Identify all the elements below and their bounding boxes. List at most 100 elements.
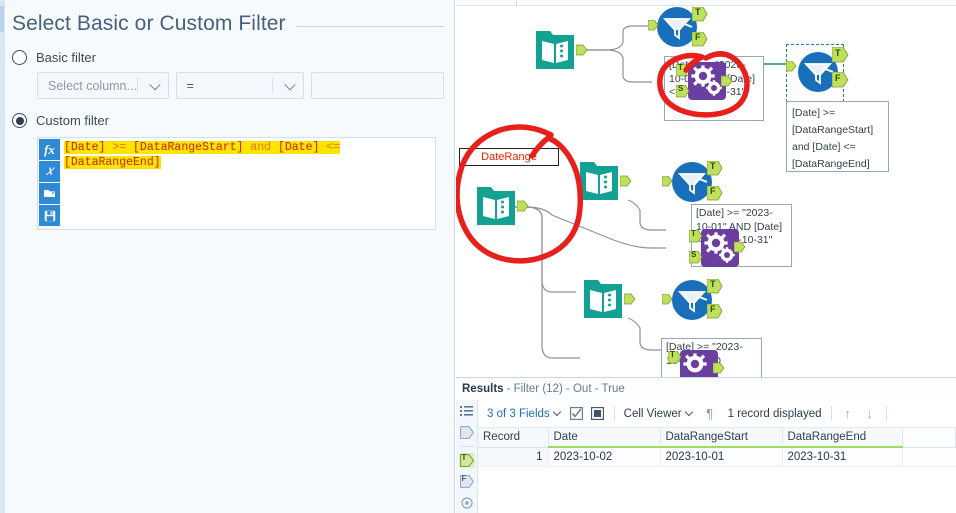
custom-filter-radio[interactable] xyxy=(12,113,27,128)
deselect-all-icon[interactable] xyxy=(591,407,605,421)
operator-select[interactable]: = xyxy=(175,72,305,99)
results-sidebar-rail: T F xyxy=(456,400,478,513)
false-anchor-icon[interactable]: F xyxy=(459,474,475,489)
results-panel: Results - Filter (12) - Out - True T F 3… xyxy=(456,377,956,513)
chevron-down-icon xyxy=(684,407,693,416)
input-anchor xyxy=(786,61,797,72)
filter-tool[interactable]: T F xyxy=(662,160,723,208)
column-select[interactable]: Select column... xyxy=(37,72,169,99)
text-input-tool[interactable] xyxy=(580,276,636,327)
viewer-selector-label: Cell Viewer xyxy=(623,407,682,420)
text-input-tool[interactable] xyxy=(576,158,632,209)
fx-icon[interactable]: fx xyxy=(39,139,60,160)
formula-tool[interactable]: T xyxy=(667,350,725,377)
panel-left-strip xyxy=(0,0,5,513)
false-anchor[interactable]: F xyxy=(706,303,723,324)
output-anchor xyxy=(713,362,725,374)
fields-selector[interactable]: 3 of 3 Fields xyxy=(487,407,561,420)
formula-tool[interactable]: T S xyxy=(688,229,746,272)
chevron-down-icon xyxy=(552,407,561,416)
output-anchor xyxy=(721,75,733,87)
true-anchor[interactable]: T xyxy=(675,63,690,82)
input-anchor xyxy=(662,294,673,305)
scroll-down-icon[interactable]: ↓ xyxy=(863,406,877,421)
cell-datarangestart: 2023-10-01 xyxy=(660,447,783,467)
false-anchor[interactable]: F xyxy=(831,71,849,93)
expression-editor[interactable]: fx 𝑥 [Date] >= [DataRangeStart] and [Dat… xyxy=(37,137,436,230)
results-table: Record Date DataRangeStart DataRangeEnd … xyxy=(478,428,956,467)
column-select-divider xyxy=(136,77,138,94)
cell-datarangeend: 2023-10-31 xyxy=(782,447,903,467)
false-anchor[interactable]: F xyxy=(691,31,708,52)
text-input-tool[interactable] xyxy=(532,27,588,78)
value-input[interactable] xyxy=(311,72,444,99)
column-header-record[interactable]: Record xyxy=(478,428,549,448)
false-anchor[interactable]: F xyxy=(706,185,723,206)
s-anchor[interactable]: S xyxy=(688,250,703,269)
workflow-canvas[interactable]: T F [Date] >= "2023-10-01" AND [Date] <=… xyxy=(456,0,956,377)
s-anchor-label: S xyxy=(678,84,684,93)
alteryx-designer-window: Select Basic or Custom Filter Basic filt… xyxy=(0,0,956,513)
column-select-value: Select column... xyxy=(48,78,137,93)
true-anchor[interactable]: T xyxy=(706,160,723,181)
results-title: Results xyxy=(462,383,504,395)
filter-tool[interactable]: T F xyxy=(662,278,723,326)
s-anchor[interactable]: S xyxy=(675,84,690,103)
input-anchor xyxy=(662,176,673,187)
select-all-icon[interactable] xyxy=(570,407,584,421)
expression-toolbar: fx 𝑥 xyxy=(38,138,61,229)
column-header-datarangeend[interactable]: DataRangeEnd xyxy=(782,428,903,448)
list-icon[interactable] xyxy=(459,404,475,419)
false-anchor-label: F xyxy=(710,186,716,196)
text-input-tool[interactable] xyxy=(473,183,529,234)
x-variable-icon[interactable]: 𝑥 xyxy=(39,161,60,182)
true-anchor-label: T xyxy=(670,350,675,359)
expr-part-4: [DataRangeEnd] xyxy=(64,156,161,169)
table-header-row: Record Date DataRangeStart DataRangeEnd xyxy=(478,428,956,448)
circle-icon[interactable] xyxy=(459,495,475,510)
output-anchor xyxy=(576,44,588,56)
true-anchor[interactable]: T xyxy=(831,46,849,68)
false-anchor-label: F xyxy=(710,304,716,314)
cell-record: 1 xyxy=(478,447,549,467)
selected-filter-tool[interactable]: T F xyxy=(786,44,849,102)
basic-filter-label: Basic filter xyxy=(36,50,96,65)
output-anchor xyxy=(734,241,746,253)
false-anchor-label: F xyxy=(835,73,841,83)
folder-icon[interactable] xyxy=(39,183,60,204)
true-anchor-label: T xyxy=(710,161,716,171)
expr-part-1: [Date] xyxy=(64,141,113,154)
anno-line-3: and [Date] <= xyxy=(792,141,856,153)
save-icon[interactable] xyxy=(39,205,60,226)
true-anchor[interactable]: T xyxy=(706,278,723,299)
custom-filter-radio-row[interactable]: Custom filter xyxy=(12,113,444,128)
true-anchor[interactable]: T xyxy=(688,229,703,248)
column-header-datarangestart[interactable]: DataRangeStart xyxy=(660,428,783,448)
page-title: Select Basic or Custom Filter xyxy=(12,12,286,35)
annotation-selected-filter: [Date] >= [DataRangeStart] and [Date] <=… xyxy=(786,101,889,172)
column-header-date[interactable]: Date xyxy=(548,428,661,448)
basic-filter-controls: Select column... = xyxy=(37,72,444,99)
filter-tool[interactable]: T F xyxy=(648,6,708,53)
expr-part-2: [DataRangeStart] xyxy=(126,141,251,154)
pilcrow-icon[interactable]: ¶ xyxy=(703,406,717,421)
panel-icon[interactable] xyxy=(459,425,475,440)
true-anchor-label: T xyxy=(695,7,701,17)
expression-text[interactable]: [Date] >= [DataRangeStart] and [Date] <=… xyxy=(61,138,435,229)
s-anchor-label: S xyxy=(691,250,697,259)
scroll-up-icon[interactable]: ↑ xyxy=(841,406,855,421)
true-anchor-label: T xyxy=(678,63,683,72)
true-anchor[interactable]: T xyxy=(691,6,708,27)
table-row[interactable]: 1 2023-10-02 2023-10-01 2023-10-31 xyxy=(478,447,956,467)
basic-filter-radio[interactable] xyxy=(12,50,27,65)
basic-filter-radio-row[interactable]: Basic filter xyxy=(12,50,444,65)
true-anchor[interactable]: T xyxy=(667,350,682,369)
custom-filter-label: Custom filter xyxy=(36,113,109,128)
panel-accent-marker xyxy=(0,6,4,32)
viewer-selector[interactable]: Cell Viewer xyxy=(623,407,693,420)
canvas-top-strip xyxy=(456,0,956,6)
formula-tool[interactable]: T S xyxy=(675,62,733,105)
true-anchor-icon[interactable]: T xyxy=(458,453,475,468)
false-anchor-label: F xyxy=(695,32,701,42)
cell-date: 2023-10-02 xyxy=(548,447,661,467)
